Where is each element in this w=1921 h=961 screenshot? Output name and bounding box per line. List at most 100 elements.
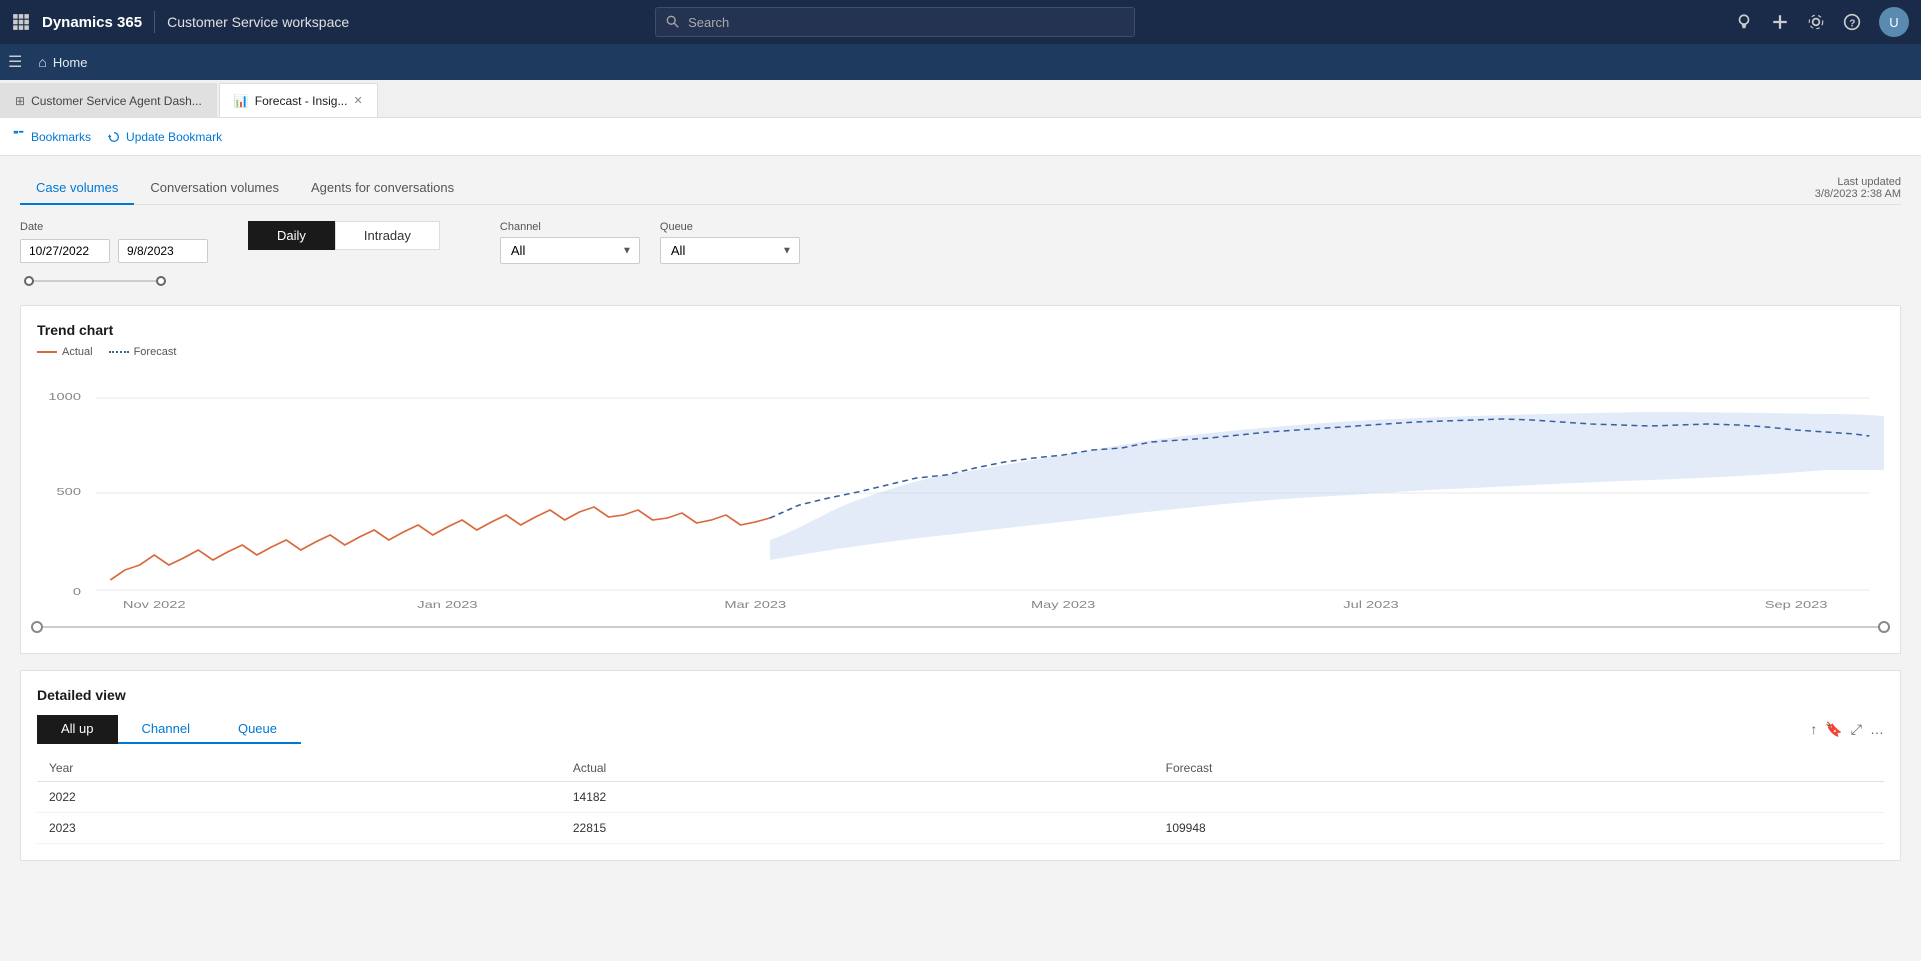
detailed-view-card: Detailed view All up Channel Queue ↑ 🔖 ⤢… xyxy=(20,670,1901,861)
cell-year-2022: 2022 xyxy=(37,782,561,813)
svg-text:Nov 2022: Nov 2022 xyxy=(123,599,186,610)
last-updated: Last updated 3/8/2023 2:38 AM xyxy=(1815,176,1901,200)
cell-forecast-2023: 109948 xyxy=(1154,813,1884,844)
refresh-icon xyxy=(107,130,121,144)
date-start-input[interactable] xyxy=(20,239,110,263)
chart-tab-icon: 📊 xyxy=(234,94,249,108)
slider-left-handle[interactable] xyxy=(24,276,34,286)
range-track xyxy=(37,626,1884,628)
table-row-2023: 2023 22815 109948 xyxy=(37,813,1884,844)
tab-label-dash: Customer Service Agent Dash... xyxy=(31,94,202,108)
channel-dropdown-wrapper: Channel All ▼ xyxy=(500,221,640,264)
trend-chart-title: Trend chart xyxy=(37,322,1884,338)
nav-divider xyxy=(154,11,155,33)
toolbar: Bookmarks Update Bookmark xyxy=(0,118,1921,156)
trend-chart-svg: 1000 500 0 Nov 2022 Jan 2023 Mar 2023 Ma… xyxy=(37,370,1884,610)
table-row-2022: 2022 14182 xyxy=(37,782,1884,813)
workspace-label: Customer Service workspace xyxy=(167,14,349,30)
nav-actions: ? U xyxy=(1735,7,1909,37)
queue-select[interactable]: All xyxy=(660,237,800,264)
tab-agents-for-conversations[interactable]: Agents for conversations xyxy=(295,172,470,205)
search-bar[interactable]: Search xyxy=(655,7,1135,37)
actual-legend-label: Actual xyxy=(62,346,93,358)
section-tabs-row: Case volumes Conversation volumes Agents… xyxy=(20,172,1901,205)
apps-menu-button[interactable] xyxy=(12,13,30,31)
channel-dropdown-container: All ▼ xyxy=(500,237,640,264)
tab-customer-service-dash[interactable]: ⊞ Customer Service Agent Dash... xyxy=(0,83,217,117)
legend-forecast: Forecast xyxy=(109,346,177,358)
queue-dropdown-wrapper: Queue All ▼ xyxy=(660,221,800,264)
svg-text:1000: 1000 xyxy=(48,391,81,402)
hamburger-menu[interactable]: ☰ xyxy=(8,52,22,72)
queue-dropdown-container: All ▼ xyxy=(660,237,800,264)
channel-select[interactable]: All xyxy=(500,237,640,264)
svg-text:500: 500 xyxy=(57,486,81,497)
svg-text:Jul 2023: Jul 2023 xyxy=(1343,599,1398,610)
home-label: Home xyxy=(53,55,88,70)
dashboard-tab-icon: ⊞ xyxy=(15,94,25,108)
more-options-icon[interactable]: … xyxy=(1870,721,1884,737)
add-icon[interactable] xyxy=(1771,13,1789,31)
chart-range-slider[interactable] xyxy=(37,617,1884,637)
expand-icon[interactable]: ⤢ xyxy=(1851,721,1862,738)
date-label: Date xyxy=(20,221,208,233)
tab-label-forecast: Forecast - Insig... xyxy=(255,94,348,108)
slider-right-handle[interactable] xyxy=(156,276,166,286)
date-inputs xyxy=(20,239,208,263)
update-bookmark-label: Update Bookmark xyxy=(126,130,222,144)
detail-tab-queue[interactable]: Queue xyxy=(214,715,301,744)
svg-text:May 2023: May 2023 xyxy=(1031,599,1095,610)
detailed-view-table: Year Actual Forecast 2022 14182 2023 228… xyxy=(37,755,1884,844)
legend-actual: Actual xyxy=(37,346,93,358)
toggle-group-wrapper: Daily Intraday xyxy=(228,221,440,272)
filters-row: Date Daily Intraday Channel xyxy=(20,221,1901,289)
tab-conversation-volumes[interactable]: Conversation volumes xyxy=(134,172,295,205)
settings-icon[interactable] xyxy=(1807,13,1825,31)
date-end-input[interactable] xyxy=(118,239,208,263)
intraday-toggle-button[interactable]: Intraday xyxy=(335,221,440,250)
home-icon: ⌂ xyxy=(38,54,46,70)
home-button[interactable]: ⌂ Home xyxy=(30,50,95,74)
user-avatar[interactable]: U xyxy=(1879,7,1909,37)
bookmarks-icon xyxy=(12,130,26,144)
channel-queue-dropdowns: Channel All ▼ Queue All ▼ xyxy=(500,221,800,264)
tab-close-button[interactable]: ✕ xyxy=(353,94,362,107)
cell-year-2023: 2023 xyxy=(37,813,561,844)
cell-actual-2022: 14182 xyxy=(561,782,1154,813)
view-toggle-group: Daily Intraday xyxy=(248,221,440,250)
svg-text:Mar 2023: Mar 2023 xyxy=(724,599,786,610)
apps-icon xyxy=(12,13,30,31)
daily-toggle-button[interactable]: Daily xyxy=(248,221,335,250)
trend-chart-card: Trend chart Actual Forecast 1000 500 0 xyxy=(20,305,1901,654)
update-bookmark-button[interactable]: Update Bookmark xyxy=(107,130,222,144)
svg-text:0: 0 xyxy=(73,586,81,597)
svg-text:Jan 2023: Jan 2023 xyxy=(417,599,477,610)
date-range-slider[interactable] xyxy=(20,273,170,289)
date-filter-group: Date xyxy=(20,221,208,289)
tabs-bar: ⊞ Customer Service Agent Dash... 📊 Forec… xyxy=(0,80,1921,118)
search-placeholder: Search xyxy=(688,15,729,30)
bookmark-small-icon[interactable]: 🔖 xyxy=(1825,721,1842,738)
detail-tabs-group: All up Channel Queue xyxy=(37,715,1810,743)
col-forecast: Forecast xyxy=(1154,755,1884,782)
detail-tab-channel[interactable]: Channel xyxy=(118,715,214,744)
tab-forecast[interactable]: 📊 Forecast - Insig... ✕ xyxy=(219,83,378,117)
help-icon[interactable]: ? xyxy=(1843,13,1861,31)
last-updated-value: 3/8/2023 2:38 AM xyxy=(1815,188,1901,200)
range-slider-right[interactable] xyxy=(1878,621,1890,633)
chart-svg-container: 1000 500 0 Nov 2022 Jan 2023 Mar 2023 Ma… xyxy=(37,370,1884,637)
forecast-legend-label: Forecast xyxy=(134,346,177,358)
main-content: Case volumes Conversation volumes Agents… xyxy=(0,156,1921,961)
detail-tabs-row: All up Channel Queue ↑ 🔖 ⤢ … xyxy=(37,715,1884,743)
range-slider-left[interactable] xyxy=(31,621,43,633)
lightbulb-icon[interactable] xyxy=(1735,13,1753,31)
cell-forecast-2022 xyxy=(1154,782,1884,813)
tab-case-volumes[interactable]: Case volumes xyxy=(20,172,134,205)
bookmarks-button[interactable]: Bookmarks xyxy=(12,130,91,144)
last-updated-label: Last updated xyxy=(1815,176,1901,188)
sort-asc-icon[interactable]: ↑ xyxy=(1810,721,1817,737)
detail-tab-allup[interactable]: All up xyxy=(37,715,118,744)
svg-text:?: ? xyxy=(1849,19,1855,30)
col-year: Year xyxy=(37,755,561,782)
detail-view-icons: ↑ 🔖 ⤢ … xyxy=(1810,721,1884,738)
